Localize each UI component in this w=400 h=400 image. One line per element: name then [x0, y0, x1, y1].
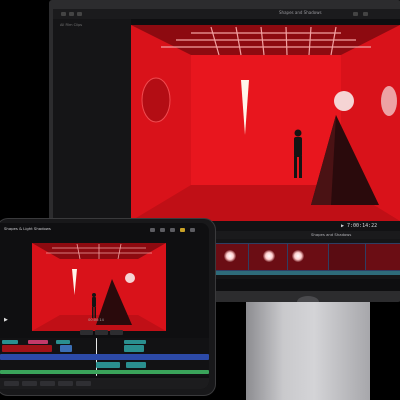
mirror-sphere	[334, 91, 354, 111]
audio-clip[interactable]	[96, 362, 120, 368]
mirror-sphere	[125, 273, 135, 283]
connected-clip[interactable]	[28, 340, 48, 344]
connected-clip[interactable]	[2, 345, 52, 352]
volume-button[interactable]	[40, 381, 55, 386]
connected-clip[interactable]	[124, 345, 144, 352]
library-sidebar: All Film Clips	[53, 19, 131, 219]
audio-track[interactable]	[213, 271, 400, 275]
camera-icon[interactable]	[150, 228, 155, 232]
timeline-clip[interactable]	[215, 243, 249, 271]
share-icon[interactable]	[363, 12, 368, 16]
monitor-viewer[interactable]	[131, 25, 400, 221]
settings-icon[interactable]	[170, 228, 175, 232]
timecode-value: 7:00:14:22	[347, 223, 378, 229]
range-tool-button[interactable]	[110, 330, 123, 335]
timeline-clip[interactable]	[248, 243, 288, 271]
ipad-timecode: 00:00:14	[88, 318, 104, 322]
timeline-title: Shapes and Shadows	[311, 232, 352, 237]
library-icon[interactable]	[61, 12, 66, 16]
inspect-button[interactable]	[22, 381, 37, 386]
inspector-icon[interactable]	[180, 228, 185, 232]
play-icon[interactable]: ▶	[341, 223, 344, 229]
window-toolbar: Shapes and Shadows	[53, 9, 400, 19]
back-wall	[191, 55, 341, 185]
display-stand	[246, 302, 370, 400]
ipad-timeline[interactable]	[0, 338, 209, 376]
connected-clip[interactable]	[56, 340, 70, 344]
search-icon[interactable]	[190, 228, 195, 232]
blade-tool-button[interactable]	[95, 330, 108, 335]
library-label: All Film Clips	[60, 23, 83, 27]
project-title: Shapes and Shadows	[279, 10, 322, 15]
viewer-timecode: ▶ 7:00:14:22	[341, 223, 377, 229]
timeline-clip[interactable]	[287, 243, 329, 271]
ipad-bottom-toolbar	[0, 378, 209, 389]
titles-icon[interactable]	[77, 12, 82, 16]
connected-clip[interactable]	[2, 340, 18, 344]
primary-storyline[interactable]	[0, 354, 209, 360]
monitor-timeline[interactable]	[213, 239, 400, 279]
ipad-play-icon[interactable]: ▶	[4, 317, 8, 323]
music-track[interactable]	[0, 370, 209, 374]
ipad-final-cut-window: Shapes & Light Shadows ▶ 00:00:14	[0, 223, 209, 389]
browser-button[interactable]	[4, 381, 19, 386]
animate-button[interactable]	[58, 381, 73, 386]
connected-clip[interactable]	[60, 345, 72, 352]
select-tool-button[interactable]	[80, 330, 93, 335]
ipad-project-title: Shapes & Light Shadows	[4, 226, 51, 231]
ipad-toolbar: Shapes & Light Shadows	[0, 223, 209, 237]
multicam-button[interactable]	[76, 381, 91, 386]
left-wall-circle	[141, 77, 171, 123]
inspector-icon[interactable]	[353, 12, 358, 16]
connected-clip[interactable]	[124, 340, 146, 344]
share-icon[interactable]	[160, 228, 165, 232]
timeline-clip[interactable]	[365, 243, 400, 271]
timeline-clip[interactable]	[328, 243, 366, 271]
ipad-timeline-tools	[4, 329, 204, 337]
audio-clip[interactable]	[126, 362, 146, 368]
photos-icon[interactable]	[69, 12, 74, 16]
right-wall-light	[381, 86, 397, 116]
